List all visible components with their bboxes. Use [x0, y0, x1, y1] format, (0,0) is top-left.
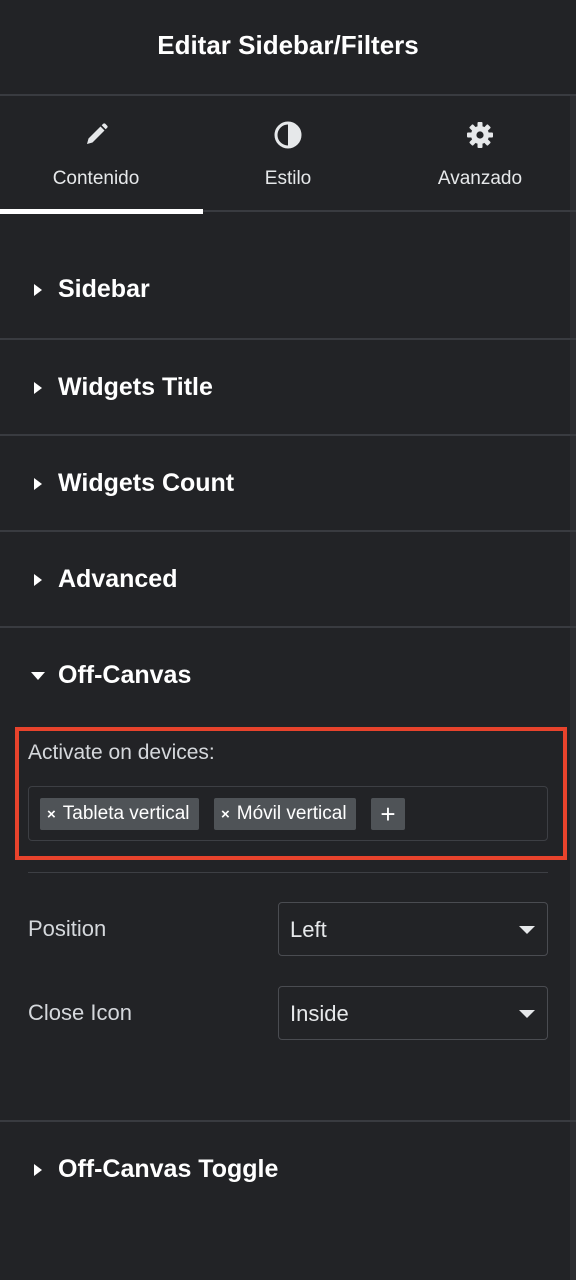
section-title: Widgets Title — [58, 373, 213, 401]
section-title: Advanced — [58, 565, 178, 593]
position-label: Position — [28, 916, 107, 941]
section-advanced[interactable]: Advanced — [0, 532, 576, 628]
caret-right-icon — [34, 478, 42, 490]
tab-contenido[interactable]: Contenido — [0, 96, 203, 214]
section-widgets-count[interactable]: Widgets Count — [0, 436, 576, 532]
position-select[interactable]: Left — [278, 902, 548, 956]
add-device-button[interactable]: + — [371, 798, 405, 830]
section-title: Off-Canvas Toggle — [58, 1155, 279, 1183]
tab-label: Estilo — [264, 168, 312, 189]
gear-icon — [467, 122, 493, 148]
section-sidebar[interactable]: Sidebar — [0, 212, 576, 340]
section-title: Off-Canvas — [58, 661, 192, 689]
tab-avanzado[interactable]: Avanzado — [384, 96, 576, 212]
tag-label: Tableta vertical — [62, 803, 190, 824]
remove-icon[interactable]: × — [221, 806, 230, 823]
devices-label: Activate on devices: — [28, 741, 215, 764]
tag-label: Móvil vertical — [236, 803, 347, 824]
section-off-canvas-toggle[interactable]: Off-Canvas Toggle — [0, 1122, 576, 1218]
tab-label: Avanzado — [437, 168, 523, 189]
devices-select[interactable]: × Tableta vertical × Móvil vertical + — [28, 786, 548, 841]
section-off-canvas[interactable]: Off-Canvas — [0, 628, 576, 724]
pencil-icon — [87, 123, 108, 144]
caret-right-icon — [34, 382, 42, 394]
divider — [28, 872, 548, 873]
contrast-icon — [274, 121, 302, 149]
caret-right-icon — [34, 574, 42, 586]
caret-down-icon — [31, 672, 45, 680]
close-icon-select[interactable]: Inside — [278, 986, 548, 1040]
device-tag-mobile[interactable]: × Móvil vertical — [214, 798, 356, 830]
section-title: Widgets Count — [58, 469, 235, 497]
tab-estilo[interactable]: Estilo — [192, 96, 384, 212]
select-value: Left — [290, 917, 327, 942]
section-title: Sidebar — [58, 275, 150, 303]
tab-label: Contenido — [52, 168, 140, 189]
device-tag-tablet[interactable]: × Tableta vertical — [40, 798, 199, 830]
select-value: Inside — [290, 1001, 349, 1026]
caret-right-icon — [34, 284, 42, 296]
panel-title: Editar Sidebar/Filters — [157, 29, 419, 60]
chevron-down-icon — [519, 1010, 535, 1018]
chevron-down-icon — [519, 926, 535, 934]
section-widgets-title[interactable]: Widgets Title — [0, 340, 576, 436]
close-icon-label: Close Icon — [28, 1000, 132, 1025]
panel-header: Editar Sidebar/Filters — [0, 0, 576, 96]
panel-tabs: Contenido Estilo Avanzado — [0, 96, 576, 214]
caret-right-icon — [34, 1164, 42, 1176]
remove-icon[interactable]: × — [47, 806, 56, 823]
